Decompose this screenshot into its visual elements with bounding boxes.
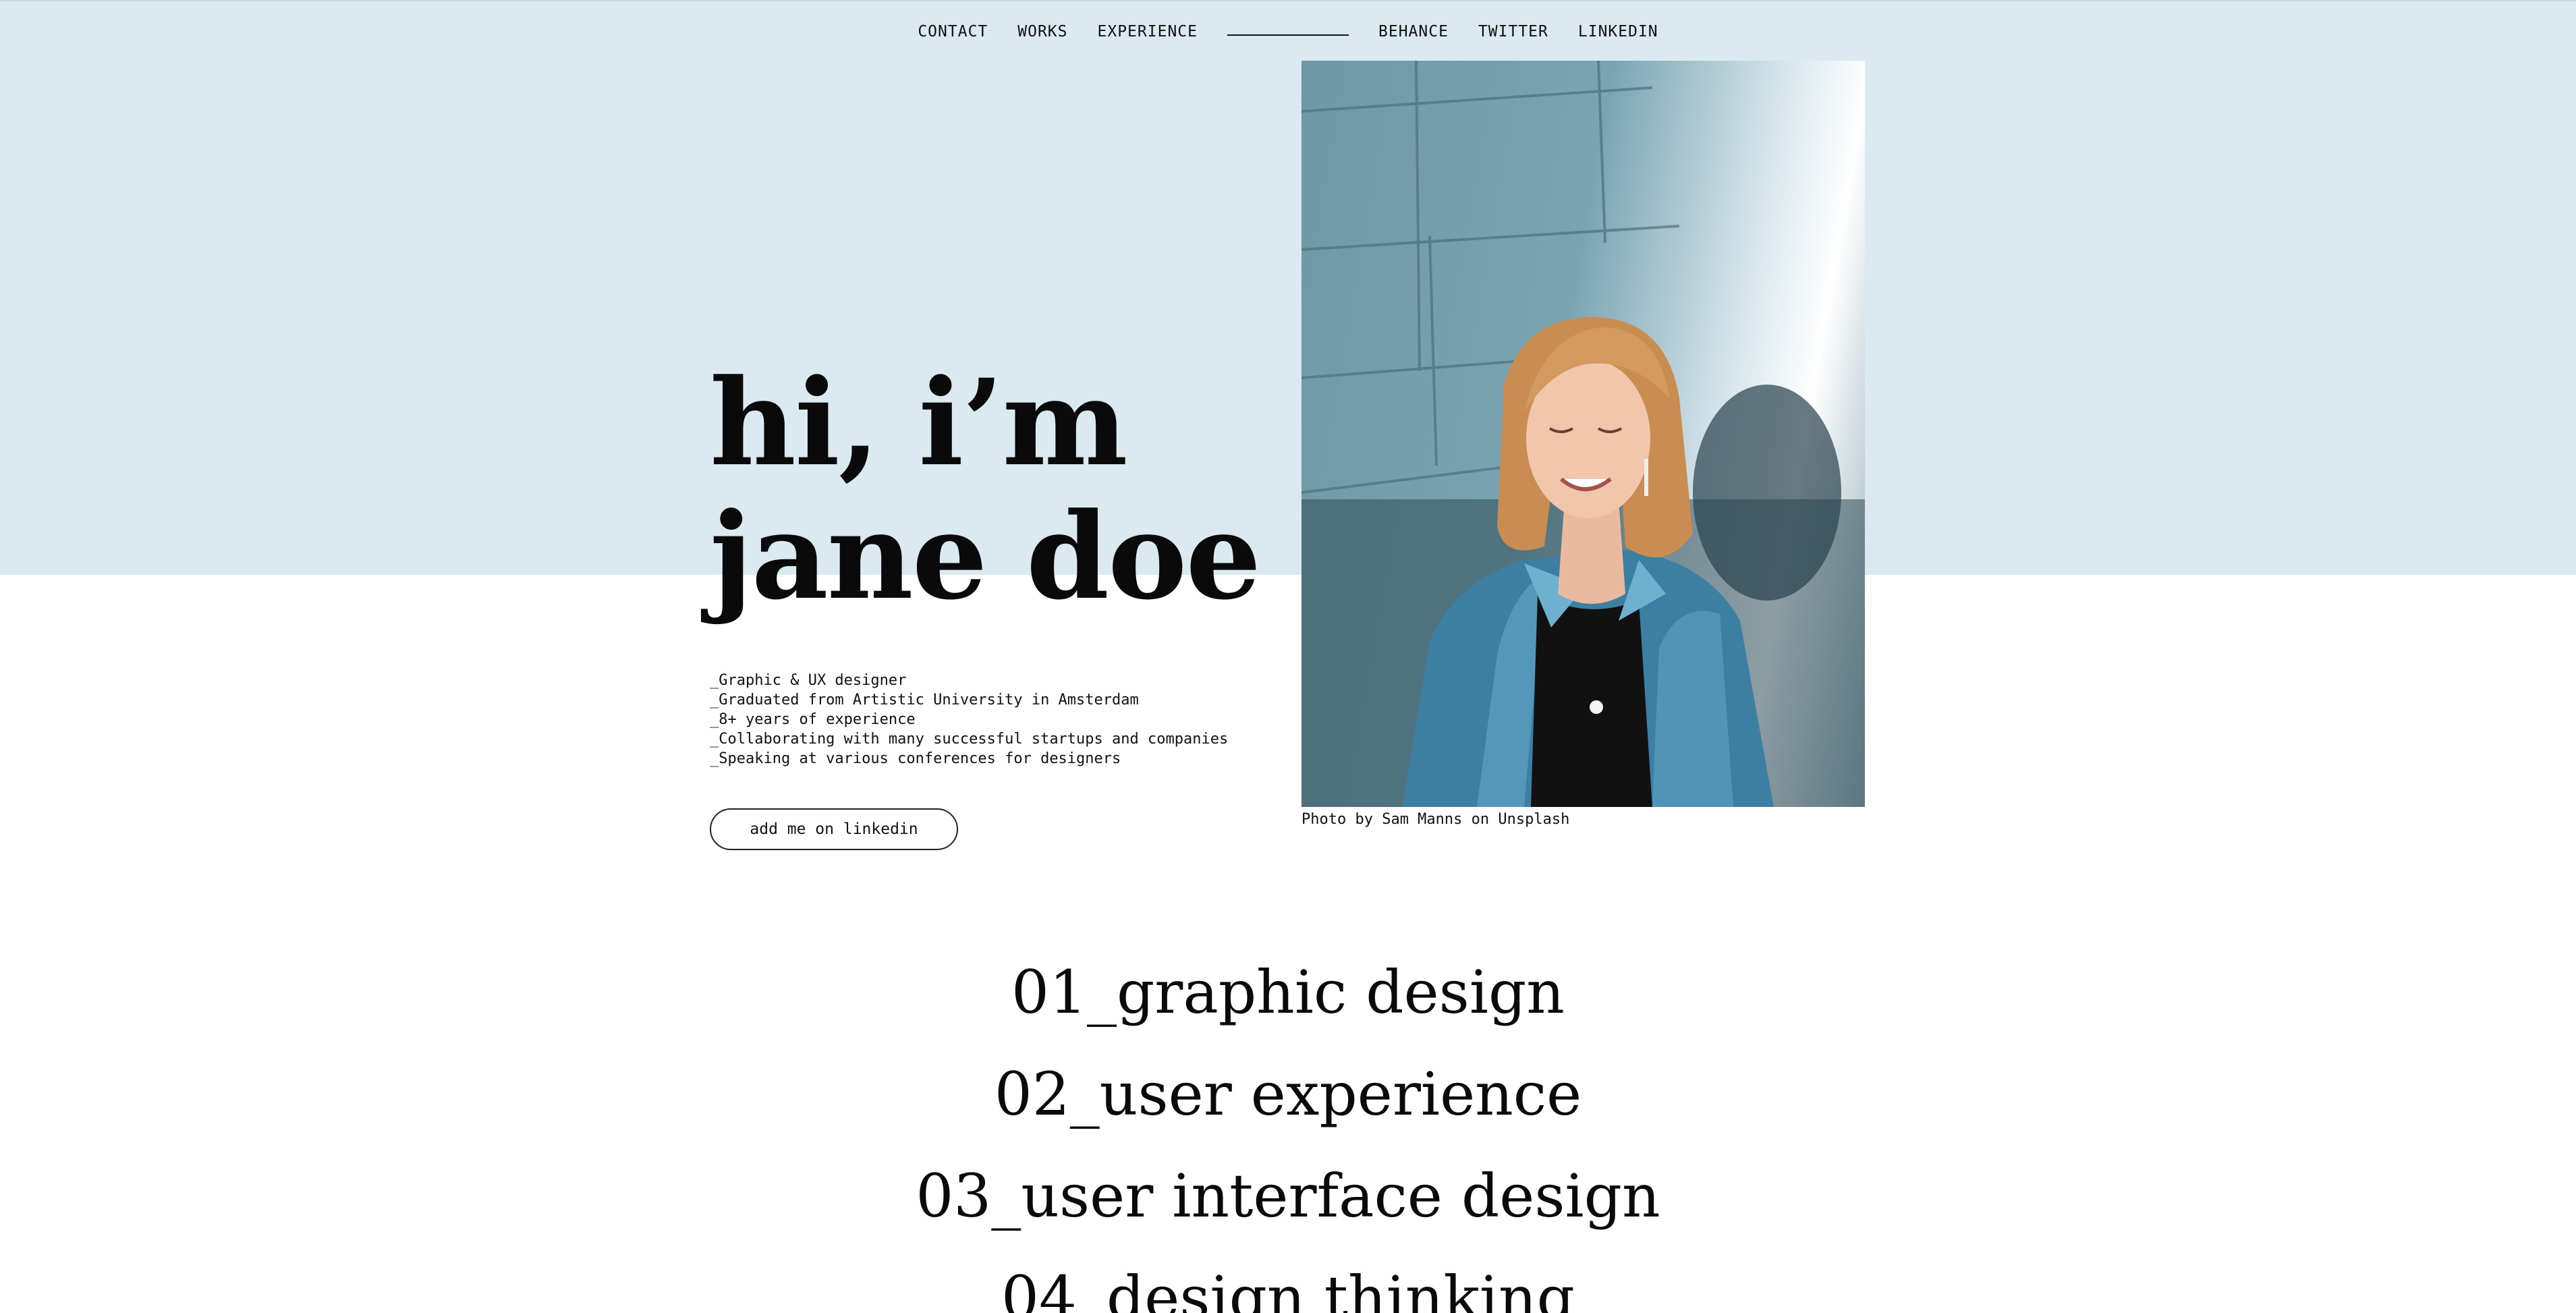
linkedin-button[interactable]: add me on linkedin <box>710 808 958 850</box>
bio-item: _Graduated from Artistic University in A… <box>710 692 1139 708</box>
nav-contact[interactable]: CONTACT <box>918 20 988 43</box>
nav-experience[interactable]: EXPERIENCE <box>1098 20 1198 43</box>
hero-heading: hi, i’m jane doe <box>710 353 1261 626</box>
top-nav: CONTACT WORKS EXPERIENCE BEHANCE TWITTER… <box>0 20 2576 43</box>
bio-item: _Graphic & UX designer <box>710 672 907 689</box>
nav-linkedin[interactable]: LINKEDIN <box>1578 20 1658 43</box>
service-item[interactable]: 02_user experience <box>0 1043 2576 1145</box>
nav-works[interactable]: WORKS <box>1017 20 1067 43</box>
bio-item: _8+ years of experience <box>710 711 916 728</box>
hero-background <box>0 0 2576 575</box>
service-item[interactable]: 03_user interface design <box>0 1145 2576 1247</box>
bio-list: _Graphic & UX designer _Graduated from A… <box>710 671 1228 769</box>
page: CONTACT WORKS EXPERIENCE BEHANCE TWITTER… <box>0 0 2576 1313</box>
bio-item: _Speaking at various conferences for des… <box>710 750 1121 767</box>
service-item[interactable]: 04_design thinking <box>0 1247 2576 1313</box>
portrait-photo <box>1301 61 1865 807</box>
photo-caption: Photo by Sam Manns on Unsplash <box>1301 811 1570 828</box>
nav-behance[interactable]: BEHANCE <box>1378 20 1449 43</box>
portrait-illustration <box>1301 61 1865 807</box>
nav-twitter[interactable]: TWITTER <box>1478 20 1548 43</box>
service-item[interactable]: 01_graphic design <box>0 941 2576 1043</box>
nav-divider <box>1227 34 1349 36</box>
bio-item: _Collaborating with many successful star… <box>710 731 1229 748</box>
hero-heading-line-1: hi, i’m <box>710 353 1128 493</box>
services-list: 01_graphic design 02_user experience 03_… <box>0 941 2576 1313</box>
hero-heading-line-2: jane doe <box>710 486 1261 626</box>
